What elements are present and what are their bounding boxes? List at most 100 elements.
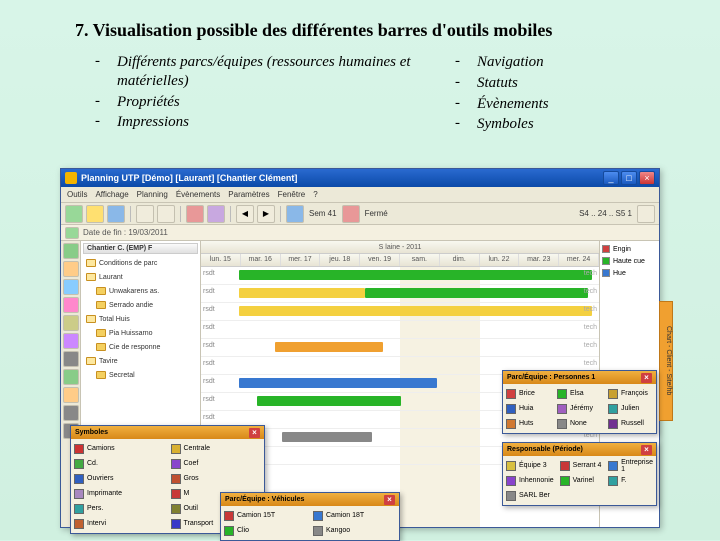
- palette-item[interactable]: Huts: [506, 417, 551, 430]
- tree-row[interactable]: Total Huis: [83, 312, 198, 326]
- palette-item[interactable]: F.: [608, 474, 653, 487]
- tree-header[interactable]: Chantier C. (EMP) F: [83, 243, 198, 254]
- menu-item[interactable]: Paramètres: [228, 190, 269, 199]
- tool-icon[interactable]: [65, 205, 83, 223]
- gantt-bar[interactable]: [275, 342, 383, 352]
- palette-item[interactable]: Coef: [171, 457, 262, 470]
- tool-icon[interactable]: [86, 205, 104, 223]
- maximize-button[interactable]: □: [621, 171, 637, 185]
- palette-item[interactable]: Intervi: [74, 517, 165, 530]
- tool-icon[interactable]: [186, 205, 204, 223]
- nav-prev-icon[interactable]: ◀: [236, 205, 254, 223]
- legend-item[interactable]: Haute cue: [602, 255, 657, 267]
- palette-item[interactable]: Varinel: [560, 474, 602, 487]
- menu-item[interactable]: Fenêtre: [278, 190, 306, 199]
- palette-item[interactable]: Russell: [608, 417, 653, 430]
- close-button[interactable]: ×: [639, 171, 655, 185]
- palette-item[interactable]: Entreprise 1: [608, 459, 653, 472]
- close-icon[interactable]: ×: [641, 445, 652, 455]
- gantt-row[interactable]: rsdttech: [201, 321, 599, 339]
- gantt-bar[interactable]: [282, 432, 372, 442]
- tree-row[interactable]: Serrado andie: [83, 298, 198, 312]
- tool-icon[interactable]: [286, 205, 304, 223]
- minimize-button[interactable]: _: [603, 171, 619, 185]
- palette-item[interactable]: Camions: [74, 442, 165, 455]
- palette-item[interactable]: Inhennonie: [506, 474, 554, 487]
- floatbox-vehicules[interactable]: Parc/Équipe : Véhicules× Camion 15TCamio…: [220, 492, 400, 541]
- tree-row[interactable]: Unwakarens as.: [83, 284, 198, 298]
- tool-icon[interactable]: [342, 205, 360, 223]
- palette-item[interactable]: Imprimante: [74, 487, 165, 500]
- sidetool-icon[interactable]: [63, 369, 79, 385]
- nav-next-icon[interactable]: ▶: [257, 205, 275, 223]
- tool-icon[interactable]: [136, 205, 154, 223]
- gantt-row[interactable]: rsdttech: [201, 267, 599, 285]
- gantt-bar[interactable]: [365, 288, 588, 298]
- tool-icon[interactable]: [207, 205, 225, 223]
- sidetool-icon[interactable]: [63, 387, 79, 403]
- palette-item[interactable]: Elsa: [557, 387, 602, 400]
- gantt-row[interactable]: rsdttech: [201, 285, 599, 303]
- menu-item[interactable]: Évènements: [176, 190, 220, 199]
- tree-row[interactable]: Pia Huissarno: [83, 326, 198, 340]
- titlebar[interactable]: Planning UTP [Démo] [Laurant] [Chantier …: [61, 169, 659, 187]
- row-tag: tech: [584, 306, 597, 313]
- sidetool-icon[interactable]: [63, 243, 79, 259]
- floatbox-personnes[interactable]: Parc/Équipe : Personnes 1× BriceElsaFran…: [502, 370, 657, 434]
- sidetool-icon[interactable]: [63, 315, 79, 331]
- gantt-bar[interactable]: [239, 378, 437, 388]
- sidetool-icon[interactable]: [63, 297, 79, 313]
- palette-item[interactable]: Camion 15T: [224, 509, 307, 522]
- palette-item[interactable]: Ouvriers: [74, 472, 165, 485]
- palette-item[interactable]: Camion 18T: [313, 509, 396, 522]
- gantt-bar[interactable]: [239, 288, 365, 298]
- palette-item[interactable]: Kangoo: [313, 524, 396, 537]
- menu-item[interactable]: Outils: [67, 190, 87, 199]
- palette-item[interactable]: Jérémy: [557, 402, 602, 415]
- legend-item[interactable]: Hue: [602, 267, 657, 279]
- palette-item[interactable]: Julien: [608, 402, 653, 415]
- gantt-bar[interactable]: [239, 270, 592, 280]
- tree-row[interactable]: Cie de responne: [83, 340, 198, 354]
- flag-icon[interactable]: [65, 227, 79, 239]
- sidetool-icon[interactable]: [63, 405, 79, 421]
- gantt-row[interactable]: rsdttech: [201, 339, 599, 357]
- tree-row[interactable]: Tavire: [83, 354, 198, 368]
- legend-item[interactable]: Engin: [602, 243, 657, 255]
- tool-icon[interactable]: [107, 205, 125, 223]
- palette-item[interactable]: SARL Ber: [506, 489, 554, 502]
- palette-item[interactable]: François: [608, 387, 653, 400]
- tool-icon[interactable]: [157, 205, 175, 223]
- sidetool-icon[interactable]: [63, 351, 79, 367]
- floatbox-responsable[interactable]: Responsable (Période)× Équipe 3Serrant 4…: [502, 442, 657, 506]
- palette-item[interactable]: Centrale: [171, 442, 262, 455]
- palette-item[interactable]: Gros: [171, 472, 262, 485]
- palette-item[interactable]: Équipe 3: [506, 459, 554, 472]
- palette-item[interactable]: Clio: [224, 524, 307, 537]
- menu-item[interactable]: ?: [313, 190, 317, 199]
- menu-item[interactable]: Affichage: [95, 190, 128, 199]
- gantt-row[interactable]: rsdttech: [201, 303, 599, 321]
- sidetool-icon[interactable]: [63, 261, 79, 277]
- palette-item[interactable]: None: [557, 417, 602, 430]
- sidetool-icon[interactable]: [63, 279, 79, 295]
- tree-row[interactable]: Conditions de parc: [83, 256, 198, 270]
- palette-item[interactable]: Serrant 4: [560, 459, 602, 472]
- palette-item[interactable]: Huia: [506, 402, 551, 415]
- right-tab[interactable]: Chart - Client - Site/hb: [659, 301, 673, 421]
- tree-row[interactable]: Laurant: [83, 270, 198, 284]
- palette-item[interactable]: Brice: [506, 387, 551, 400]
- gantt-bar[interactable]: [239, 306, 592, 316]
- tree-row[interactable]: Secretal: [83, 368, 198, 382]
- close-icon[interactable]: ×: [249, 428, 260, 438]
- palette-item[interactable]: Pers.: [74, 502, 165, 515]
- close-icon[interactable]: ×: [384, 495, 395, 505]
- tool-icon[interactable]: [637, 205, 655, 223]
- close-icon[interactable]: ×: [641, 373, 652, 383]
- swatch-icon: [608, 419, 618, 429]
- menu-item[interactable]: Planning: [137, 190, 168, 199]
- sidetool-icon[interactable]: [63, 333, 79, 349]
- palette-item[interactable]: Cd.: [74, 457, 165, 470]
- gantt-bar[interactable]: [257, 396, 401, 406]
- swatch-icon: [560, 461, 570, 471]
